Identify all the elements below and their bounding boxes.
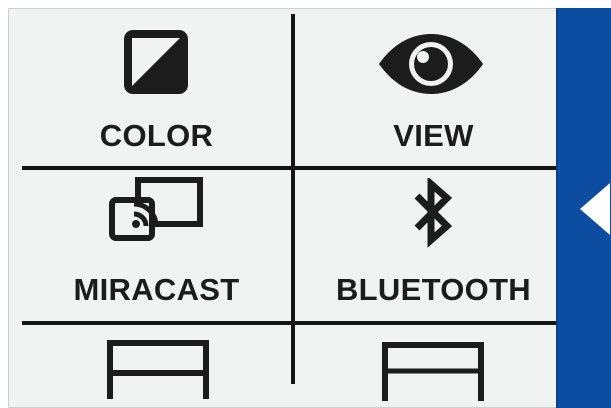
color-menu-item[interactable]: COLOR: [22, 14, 291, 166]
miracast-menu-item[interactable]: MIRACAST: [22, 170, 291, 321]
layout-icon: [107, 340, 209, 399]
miracast-label: MIRACAST: [73, 272, 240, 307]
layout-menu-item[interactable]: [295, 325, 572, 401]
contrast-icon: [124, 30, 188, 94]
layout-menu-item[interactable]: [22, 325, 291, 399]
cast-icon: [109, 177, 203, 241]
view-menu-item[interactable]: VIEW: [295, 14, 572, 166]
layout-icon: [382, 342, 484, 401]
menu-grid: COLOR VIEW MIRACAST BLUETOOTH: [12, 0, 572, 401]
arrow-left-icon[interactable]: [580, 183, 610, 235]
bluetooth-icon: [414, 178, 453, 248]
eye-icon: [379, 34, 483, 94]
bluetooth-label: BLUETOOTH: [335, 272, 531, 307]
side-panel[interactable]: [556, 8, 611, 408]
bluetooth-menu-item[interactable]: BLUETOOTH: [295, 170, 572, 321]
color-label: COLOR: [99, 118, 214, 153]
view-label: VIEW: [393, 118, 474, 153]
